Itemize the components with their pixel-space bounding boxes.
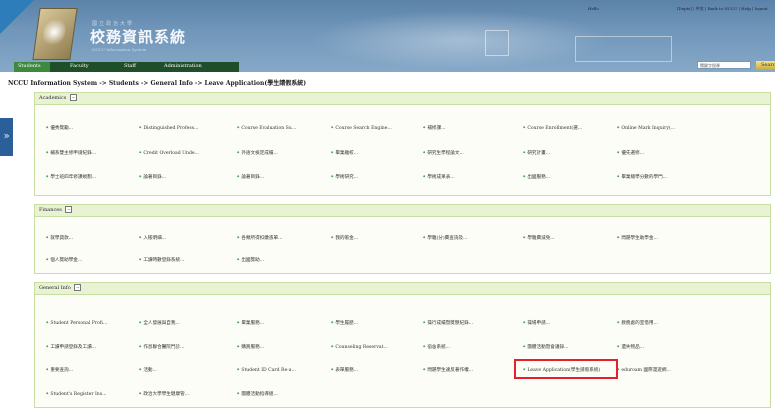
link-item[interactable]: 購買服務... xyxy=(237,344,264,350)
search-input[interactable]: 關鍵字搜尋 xyxy=(697,61,751,69)
link-item[interactable]: 團體活動指導組... xyxy=(237,391,278,397)
logo-english: NCCU Information System xyxy=(92,47,147,52)
link-item[interactable]: Student Personal Profi... xyxy=(46,320,107,326)
link-item[interactable]: Counseling Reservat... xyxy=(331,344,388,350)
link-item[interactable]: 輔系雙主修申請紀錄... xyxy=(46,150,96,156)
link-item[interactable]: Student's Register Ins... xyxy=(46,391,106,397)
link-item[interactable]: 畢業總學分數的學門... xyxy=(617,174,667,180)
link-item[interactable]: 團體活動暨會議錄... xyxy=(523,344,568,350)
highlight-box xyxy=(514,359,618,379)
tab-faculty[interactable]: Faculty xyxy=(70,63,89,69)
collapse-toggle[interactable]: − xyxy=(74,284,82,291)
panel-academics: Academics − 優秀獎勵... Distinguished Profes… xyxy=(34,92,771,196)
link-item[interactable]: 宿舍系統... xyxy=(423,344,450,350)
breadcrumb: NCCU Information System -> Students -> G… xyxy=(8,80,307,87)
link-item[interactable]: 表單服務... xyxy=(331,367,358,373)
logo-title[interactable]: 校務資訊系統 xyxy=(90,26,186,47)
link-item[interactable]: 問題學生違反著作權... xyxy=(423,367,473,373)
header-box-decoration xyxy=(575,36,672,62)
link-item[interactable]: Course Evaluation Su... xyxy=(237,125,296,131)
link-item[interactable]: 出國獎助... xyxy=(237,257,264,263)
panel-header: General Info − xyxy=(35,283,770,295)
link-item[interactable]: 政治大學學生健康管... xyxy=(139,391,189,397)
link-item[interactable]: 畢業服務... xyxy=(237,320,264,326)
link-item[interactable]: 就學貸款... xyxy=(46,235,73,241)
panel-general-info: General Info − Student Personal Profi...… xyxy=(34,282,771,408)
link-item[interactable]: 研究計畫... xyxy=(523,150,550,156)
link-item[interactable]: 補修課... xyxy=(423,125,445,131)
link-item[interactable]: 學術研究... xyxy=(331,174,358,180)
link-item[interactable]: 活動... xyxy=(139,367,157,373)
panel-title: Academics xyxy=(39,95,67,101)
link-item[interactable]: 論著目錄... xyxy=(237,174,264,180)
link-item[interactable]: 遺失物品... xyxy=(617,344,644,350)
collapse-toggle[interactable]: − xyxy=(65,206,73,213)
link-item[interactable]: 全人發展與自我... xyxy=(139,320,180,326)
link-item[interactable]: 問題學生助學金... xyxy=(617,235,658,241)
link-item[interactable]: 作息聯合醫院門診... xyxy=(139,344,184,350)
link-item[interactable]: 學士班四年修課規劃... xyxy=(46,174,96,180)
header-glow-decoration xyxy=(310,10,610,70)
tab-students[interactable]: Students xyxy=(18,63,41,69)
link-item[interactable]: 論著目錄... xyxy=(139,174,166,180)
panel-header: Finances − xyxy=(35,205,770,217)
expand-sidebar-button[interactable]: » xyxy=(0,118,13,156)
panel-title: Finances xyxy=(39,207,62,213)
panel-finances: Finances − 就學貸款... 入帳明細... 各類所得扣繳憑單... 我… xyxy=(34,204,771,274)
link-item[interactable]: Credit Overload Unde... xyxy=(139,150,199,156)
book-logo-icon xyxy=(32,8,78,60)
collapse-toggle[interactable]: − xyxy=(69,94,77,101)
header-box-decoration xyxy=(485,30,509,56)
link-item[interactable]: 我的帳金... xyxy=(331,235,358,241)
link-item[interactable]: 各類所得扣繳憑單... xyxy=(237,235,282,241)
link-item[interactable]: 入帳明細... xyxy=(139,235,166,241)
tab-administration[interactable]: Administration xyxy=(164,63,202,69)
link-item[interactable]: 學雜費減免... xyxy=(523,235,554,241)
link-item[interactable]: eduroam 國際漫遊網... xyxy=(617,367,670,373)
link-item[interactable]: 出國服務... xyxy=(523,174,550,180)
link-item[interactable]: Distinguished Profess... xyxy=(139,125,198,131)
link-item[interactable]: Course Enrollment(選... xyxy=(523,125,582,131)
link-item[interactable]: 優秀獎勵... xyxy=(46,125,73,131)
panel-header: Academics − xyxy=(35,93,770,105)
link-item[interactable]: Student ID Card Re-a... xyxy=(237,367,296,373)
tab-staff[interactable]: Staff xyxy=(124,63,136,69)
search-button[interactable]: Search xyxy=(756,61,775,70)
link-item[interactable]: Course Search Engine... xyxy=(331,125,392,131)
main-nav: Students Faculty Staff Administration xyxy=(14,62,239,72)
greeting: Hello xyxy=(588,6,599,11)
link-item[interactable]: 研究生學程論文... xyxy=(423,150,464,156)
link-item[interactable]: 工讀時數登錄系統... xyxy=(139,257,184,263)
link-item[interactable]: 操行成績暨獎懲紀錄... xyxy=(423,320,473,326)
link-item[interactable]: 學雜(分)費查詢及... xyxy=(423,235,467,241)
link-item[interactable]: 個人獎助學金... xyxy=(46,257,82,263)
link-item[interactable]: 重要查詢... xyxy=(46,367,73,373)
link-item[interactable]: 外語文檢定成績... xyxy=(237,150,278,156)
link-item[interactable]: 學術成果表... xyxy=(423,174,454,180)
site-header: 國立政治大學 校務資訊系統 NCCU Information System He… xyxy=(0,0,775,72)
link-item[interactable]: Online Mark Inquiry(... xyxy=(617,125,675,131)
link-item[interactable]: 工讀申請登錄及工讀... xyxy=(46,344,96,350)
link-item[interactable]: 操場申請... xyxy=(523,320,550,326)
link-item[interactable]: 學生履歷... xyxy=(331,320,358,326)
panel-title: General Info xyxy=(39,285,71,291)
link-item[interactable]: 教務處的室借用... xyxy=(617,320,658,326)
top-links[interactable]: [Depts] | 中文 | Back to NCCU | Help | log… xyxy=(677,6,768,12)
link-item[interactable]: 優先選修... xyxy=(617,150,644,156)
link-item[interactable]: 畢業離校... xyxy=(331,150,358,156)
corner-decoration xyxy=(0,0,34,34)
